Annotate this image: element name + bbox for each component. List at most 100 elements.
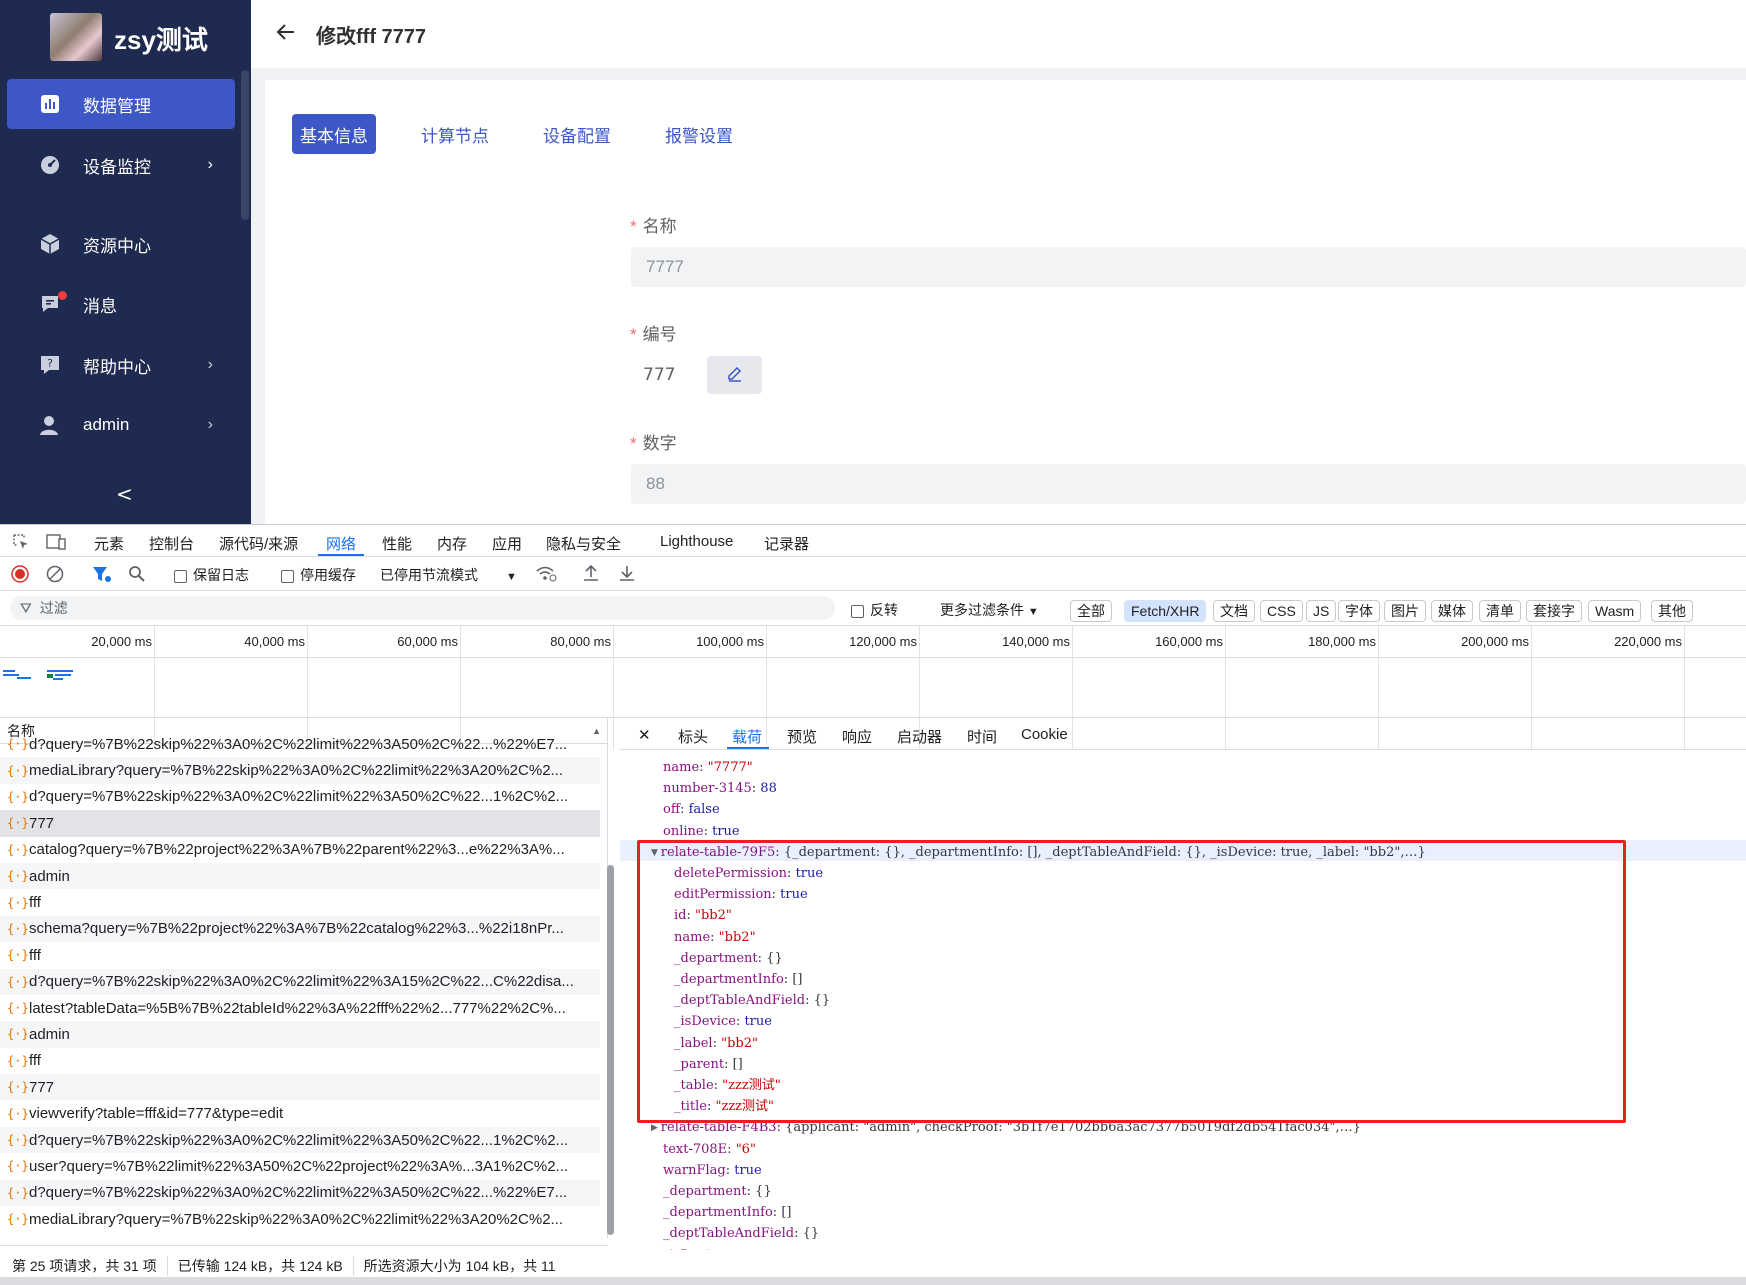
disable-cache-checkbox[interactable]: 停用缓存: [281, 565, 356, 585]
tab-initiator[interactable]: 启动器: [897, 726, 942, 747]
tab-elements[interactable]: 元素: [94, 533, 124, 554]
filter-js[interactable]: JS: [1306, 600, 1337, 622]
name-field[interactable]: 7777: [631, 247, 1746, 287]
sidebar-item-device-monitor[interactable]: 设备监控 ›: [7, 140, 235, 190]
export-har-icon[interactable]: [618, 564, 636, 586]
request-row[interactable]: {·} admin: [0, 1021, 600, 1048]
tab-compute-node[interactable]: 计算节点: [412, 114, 498, 154]
inspect-element-icon[interactable]: [12, 533, 30, 555]
request-list: 名称 ▲ {·} d?query=%7B%22skip%22%3A0%2C%22li…: [0, 718, 608, 1238]
tab-recorder[interactable]: 记录器: [764, 533, 809, 554]
search-icon[interactable]: [128, 565, 146, 587]
sidebar-item-messages[interactable]: 消息: [7, 279, 235, 329]
timeline-tick: 40,000 ms: [244, 634, 305, 649]
tab-console[interactable]: 控制台: [149, 533, 194, 554]
tab-lighthouse[interactable]: Lighthouse: [660, 533, 733, 550]
tab-response[interactable]: 响应: [842, 726, 872, 747]
request-row[interactable]: {·} admin: [0, 862, 600, 890]
request-list-scrollbar[interactable]: [607, 865, 614, 1235]
filter-wasm[interactable]: Wasm: [1588, 600, 1642, 622]
request-row[interactable]: {·} d?query=%7B%22skip%22%3A0%2C%22limit%…: [0, 1126, 600, 1154]
payload-line: _department: {}: [663, 1184, 772, 1199]
invert-checkbox[interactable]: 反转: [851, 600, 898, 620]
tab-payload[interactable]: 载荷: [732, 726, 762, 747]
tab-cookies[interactable]: Cookie: [1021, 726, 1068, 743]
request-row[interactable]: {·} d?query=%7B%22skip%22%3A0%2C%22limit%…: [0, 968, 600, 995]
tab-network[interactable]: 网络: [326, 533, 356, 554]
network-overview[interactable]: [0, 658, 1746, 718]
tab-device-config[interactable]: 设备配置: [534, 114, 620, 154]
request-row[interactable]: {·} catalog?query=%7B%22project%22%3A%7B%…: [0, 837, 600, 863]
request-row[interactable]: {·} viewverify?table=fff&id=777&type=edit: [0, 1100, 600, 1126]
edit-code-button[interactable]: [707, 356, 762, 394]
sidebar-scrollbar[interactable]: [241, 70, 249, 220]
filter-manifest[interactable]: 清单: [1479, 600, 1521, 622]
request-row[interactable]: {·} fff: [0, 942, 600, 968]
request-row[interactable]: {·} fff: [0, 889, 600, 915]
payload-line: off: false: [663, 802, 720, 818]
collapse-triangle-icon[interactable]: ▶: [651, 1123, 661, 1133]
collapse-sidebar-icon[interactable]: <: [116, 482, 133, 506]
tab-performance[interactable]: 性能: [382, 533, 412, 554]
preserve-log-checkbox[interactable]: 保留日志: [174, 565, 249, 585]
network-conditions-icon[interactable]: [535, 565, 557, 587]
request-row[interactable]: {·} fff: [0, 1048, 600, 1074]
request-row[interactable]: {·} mediaLibrary?query=%7B%22skip%22%3A0%…: [0, 757, 600, 784]
tab-basic-info[interactable]: 基本信息: [292, 114, 376, 154]
filter-media[interactable]: 媒体: [1431, 600, 1473, 622]
tab-application[interactable]: 应用: [492, 533, 522, 554]
tab-memory[interactable]: 内存: [437, 533, 467, 554]
timeline-tick: 140,000 ms: [1002, 634, 1070, 649]
brand-title: zsy测试: [114, 25, 208, 55]
filter-socket[interactable]: 套接字: [1526, 600, 1582, 622]
request-name: fff: [29, 946, 41, 964]
device-toggle-icon[interactable]: [46, 533, 66, 555]
filter-doc[interactable]: 文档: [1213, 600, 1255, 622]
filter-other[interactable]: 其他: [1651, 600, 1693, 622]
filter-font[interactable]: 字体: [1338, 600, 1380, 622]
request-row[interactable]: {·} d?query=%7B%22skip%22%3A0%2C%22limit%…: [0, 1179, 600, 1207]
tab-preview[interactable]: 预览: [787, 726, 817, 747]
xhr-icon: {·}: [7, 1106, 29, 1121]
number-label: * 数字: [630, 434, 677, 453]
throttle-select[interactable]: 已停用节流模式 ▼: [380, 565, 517, 585]
filter-all[interactable]: 全部: [1070, 600, 1112, 622]
filter-img[interactable]: 图片: [1384, 600, 1426, 622]
request-row[interactable]: {·} user?query=%7B%22limit%22%3A50%2C%22p…: [0, 1153, 600, 1179]
import-har-icon[interactable]: [582, 564, 600, 586]
request-row[interactable]: {·} d?query=%7B%22skip%22%3A0%2C%22limit%…: [0, 731, 600, 757]
filter-icon[interactable]: [92, 565, 112, 587]
sidebar-item-admin[interactable]: admin ›: [7, 400, 235, 450]
payload-value: false: [688, 802, 720, 818]
sidebar-item-data-management[interactable]: 数据管理: [7, 79, 235, 129]
clear-icon[interactable]: [46, 565, 64, 587]
tab-alarm-settings[interactable]: 报警设置: [656, 114, 742, 154]
tab-sources[interactable]: 源代码/来源: [219, 533, 298, 554]
request-row[interactable]: {·} mediaLibrary?query=%7B%22skip%22%3A0%…: [0, 1206, 600, 1232]
filter-fetch-xhr[interactable]: Fetch/XHR: [1124, 600, 1207, 622]
number-field[interactable]: 88: [631, 464, 1746, 504]
request-name: d?query=%7B%22skip%22%3A0%2C%22limit%22%…: [29, 1184, 568, 1202]
tab-timing[interactable]: 时间: [967, 726, 997, 747]
request-row[interactable]: {·} d?query=%7B%22skip%22%3A0%2C%22limit%…: [0, 784, 600, 810]
active-tab-indicator: [318, 554, 364, 556]
tab-headers[interactable]: 标头: [678, 726, 708, 747]
more-filters-dropdown[interactable]: 更多过滤条件 ▼: [940, 600, 1039, 620]
filter-css[interactable]: CSS: [1260, 600, 1303, 622]
sidebar-item-resource-center[interactable]: 资源中心: [7, 219, 235, 269]
filter-input[interactable]: ⛛ 过滤: [10, 596, 835, 620]
user-icon: [39, 414, 61, 436]
sidebar-item-help-center[interactable]: ? 帮助中心 ›: [7, 340, 235, 390]
record-stop-icon[interactable]: [11, 565, 29, 587]
sidebar-item-label: 帮助中心: [83, 357, 151, 377]
back-arrow-icon[interactable]: [276, 22, 296, 48]
tab-privacy-security[interactable]: 隐私与安全: [546, 533, 621, 554]
request-row[interactable]: {·} schema?query=%7B%22project%22%3A%7B%2…: [0, 915, 600, 943]
request-row[interactable]: {·} 777: [0, 1074, 600, 1101]
close-detail-icon[interactable]: ✕: [638, 726, 651, 744]
timeline-tick: 180,000 ms: [1308, 634, 1376, 649]
payload-value: []: [781, 1205, 792, 1221]
gauge-icon: [39, 154, 61, 176]
request-row[interactable]: {·} latest?tableData=%5B%7B%22tableId%22%…: [0, 995, 600, 1021]
request-row[interactable]: {·} 777: [0, 810, 600, 837]
